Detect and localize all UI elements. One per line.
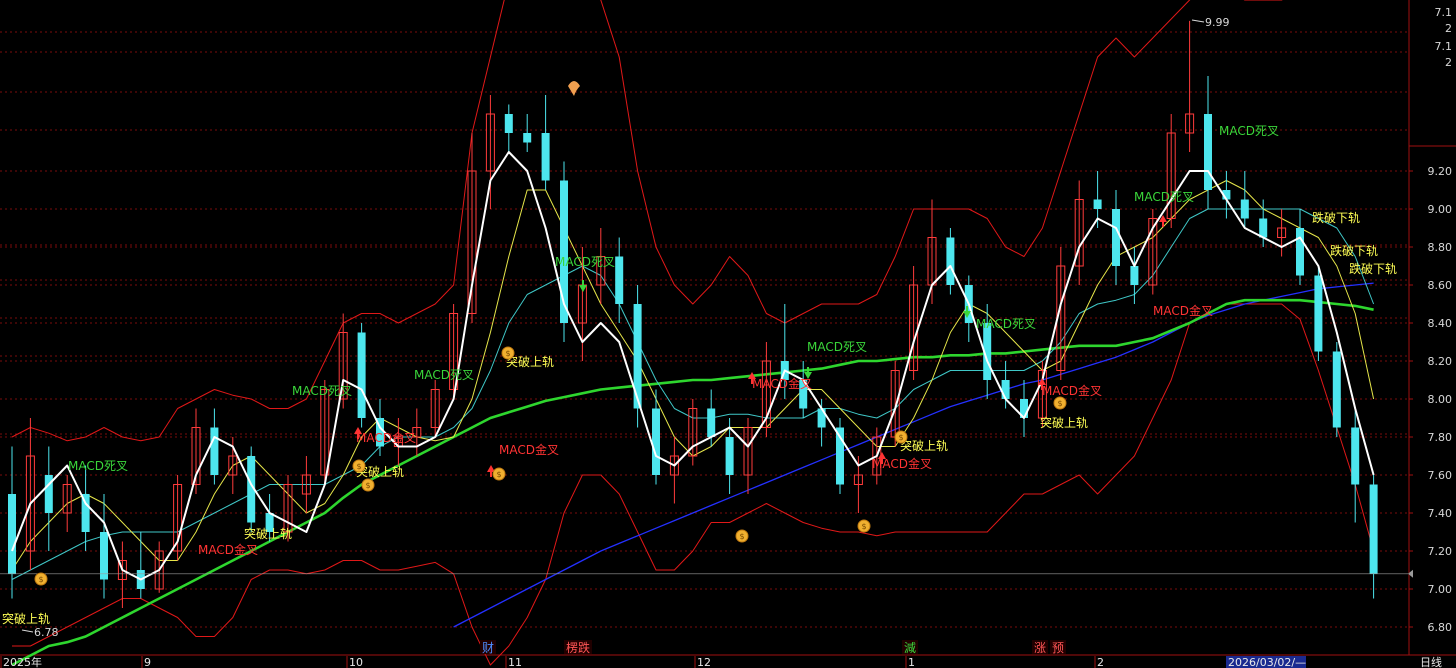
annotation-breakout: 突破上轨 [900, 438, 948, 453]
annotation-golden: MACD金叉 [356, 430, 416, 445]
y-top-label: 2 [1445, 22, 1452, 35]
ma20-line [11, 208, 1375, 580]
candle-body [100, 532, 108, 580]
annotation-death: MACD死叉 [1134, 190, 1194, 204]
candle-body [1369, 484, 1378, 574]
annotation-death: MACD死叉 [976, 317, 1036, 331]
candle-body [652, 408, 660, 475]
x-tick-label: 1 [908, 656, 915, 668]
y-tick-label: 7.60 [1428, 469, 1453, 482]
annotation-breakdown: 跌破下轨 [1349, 261, 1397, 276]
money-bag-glyph: $ [365, 481, 370, 490]
chart-stage: 9.20 9.00 8.80 8.60 8.40 8.20 8.00 7.80 7.60 7.40… [0, 0, 1456, 668]
date-cursor-label: 2026/03/02/— [1228, 656, 1306, 668]
x-tick-label: 11 [508, 656, 522, 668]
x-tick-label: 2 [1097, 656, 1104, 668]
money-bag-glyph: $ [356, 462, 361, 471]
candle-body [1332, 351, 1341, 428]
kline-chart[interactable]: 9.20 9.00 8.80 8.60 8.40 8.20 8.00 7.80 7.60 7.40… [0, 0, 1456, 668]
x-tick-label: 10 [349, 656, 363, 668]
candle-body [707, 408, 716, 437]
y-tick-label: 7.20 [1428, 545, 1453, 558]
event-marker: 财 [482, 641, 494, 655]
x-tick-label: 2025年 [3, 655, 42, 668]
peak-marker-icon [568, 81, 580, 96]
death-cross-arrow [579, 280, 587, 292]
y-tick-label: 7.00 [1428, 583, 1453, 596]
y-tick-label: 8.80 [1428, 241, 1453, 254]
event-marker: 楞跌 [566, 640, 590, 655]
annotation-breakout: 突破上轨 [2, 611, 50, 626]
y-tick-label: 7.40 [1428, 507, 1453, 520]
annotation-golden: MACD金叉 [499, 442, 559, 457]
high-label: 9.99 [1205, 16, 1230, 29]
low-pointer [21, 629, 34, 633]
annotation-breakdown: 跌破下轨 [1330, 243, 1378, 258]
period-label: 日线 [1420, 655, 1442, 668]
annotation-death: MACD死叉 [292, 384, 352, 398]
boll-lower-line [12, 303, 1375, 666]
annotation-death: MACD死叉 [414, 368, 474, 382]
candle-body [1112, 209, 1120, 266]
candle-body [1093, 199, 1102, 209]
annotation-death: MACD死叉 [807, 340, 867, 354]
money-bag-glyph: $ [1057, 399, 1062, 408]
annotation-death: MACD死叉 [1219, 124, 1279, 138]
y-tick-label: 9.00 [1428, 203, 1453, 216]
candle-body [523, 133, 532, 143]
money-bag-glyph: $ [898, 433, 903, 442]
y-tick-label: 8.00 [1428, 393, 1453, 406]
y-tick-label: 7.80 [1428, 431, 1453, 444]
money-bag-glyph: $ [861, 522, 866, 531]
annotation-golden: MACD金叉 [752, 376, 812, 391]
y-top-label: 2 [1445, 56, 1452, 69]
y-top-label: 7.1 [1435, 40, 1453, 53]
candle-body [1001, 380, 1010, 399]
money-bag-glyph: $ [38, 575, 43, 584]
money-bag-glyph: $ [505, 349, 510, 358]
candle-body [1296, 228, 1304, 276]
candle-body [8, 494, 16, 574]
event-marker: 涨 [1034, 640, 1046, 655]
annotation-breakout: 突破上轨 [1040, 415, 1088, 430]
event-marker: 预 [1052, 641, 1064, 655]
annotation-golden: MACD金叉 [1042, 383, 1102, 398]
ma5-line [11, 151, 1375, 581]
candle-body [1204, 114, 1212, 190]
candle-body [1259, 218, 1268, 238]
y-tick-label: 6.80 [1428, 621, 1453, 634]
candle-body [725, 437, 734, 475]
candle-body [357, 332, 366, 418]
low-label: 6.78 [34, 626, 59, 639]
money-bag-glyph: $ [496, 470, 501, 479]
y-tick-label: 9.20 [1428, 165, 1453, 178]
y-top-label: 7.1 [1435, 6, 1453, 19]
annotation-death: MACD死叉 [555, 255, 615, 269]
high-pointer [1191, 19, 1205, 23]
annotation-breakdown: 跌破下轨 [1312, 210, 1360, 225]
candle-body [615, 256, 624, 304]
candle-body [1314, 275, 1323, 352]
x-tick-label: 12 [697, 656, 711, 668]
ma60-line [11, 298, 1374, 667]
candle-body [504, 114, 513, 133]
event-marker: 減 [904, 640, 916, 655]
candle-body [541, 133, 550, 181]
candle-body [1240, 199, 1249, 219]
annotation-breakout: 突破上轨 [244, 526, 292, 541]
money-bag-glyph: $ [739, 532, 744, 541]
candle-body [1130, 266, 1139, 285]
x-tick-label: 9 [144, 656, 151, 668]
annotation-golden: MACD金叉 [198, 542, 258, 557]
y-tick-label: 8.40 [1428, 317, 1453, 330]
annotation-golden: MACD金叉 [1153, 303, 1213, 318]
annotation-death: MACD死叉 [68, 459, 128, 473]
candle-body [946, 237, 955, 285]
y-tick-label: 8.60 [1428, 279, 1453, 292]
y-tick-label: 8.20 [1428, 355, 1453, 368]
candle-body [210, 427, 219, 475]
candle-body [1351, 427, 1360, 485]
